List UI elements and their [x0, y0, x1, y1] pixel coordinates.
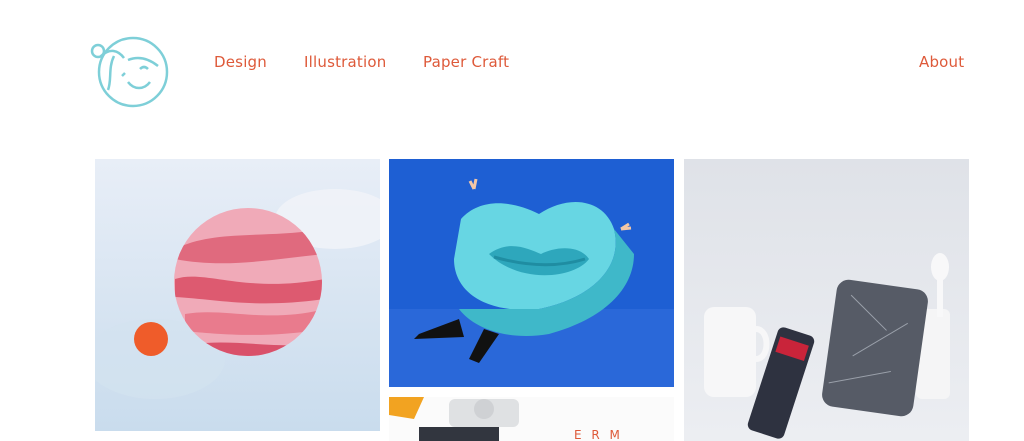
gallery-tile-planet[interactable] — [95, 159, 380, 431]
paper-craft-partial-text: E R M — [574, 428, 623, 441]
marble-paint-can-image — [684, 159, 969, 441]
planet-illustration-image — [95, 159, 380, 431]
gallery-tile-lips[interactable] — [389, 159, 674, 387]
site-logo[interactable] — [88, 36, 172, 110]
nav-link-design[interactable]: Design — [214, 53, 267, 71]
gallery-tile-paper-craft[interactable]: E R M — [389, 397, 674, 441]
gallery-tile-paint-can[interactable] — [684, 159, 969, 441]
nav-link-paper-craft[interactable]: Paper Craft — [423, 53, 509, 71]
paper-lips-costume-image — [389, 159, 674, 387]
nav-link-illustration[interactable]: Illustration — [304, 53, 386, 71]
nav-link-about[interactable]: About — [919, 53, 964, 71]
smiling-face-logo-icon — [90, 36, 169, 108]
paper-craft-partial-image: E R M — [389, 397, 674, 441]
